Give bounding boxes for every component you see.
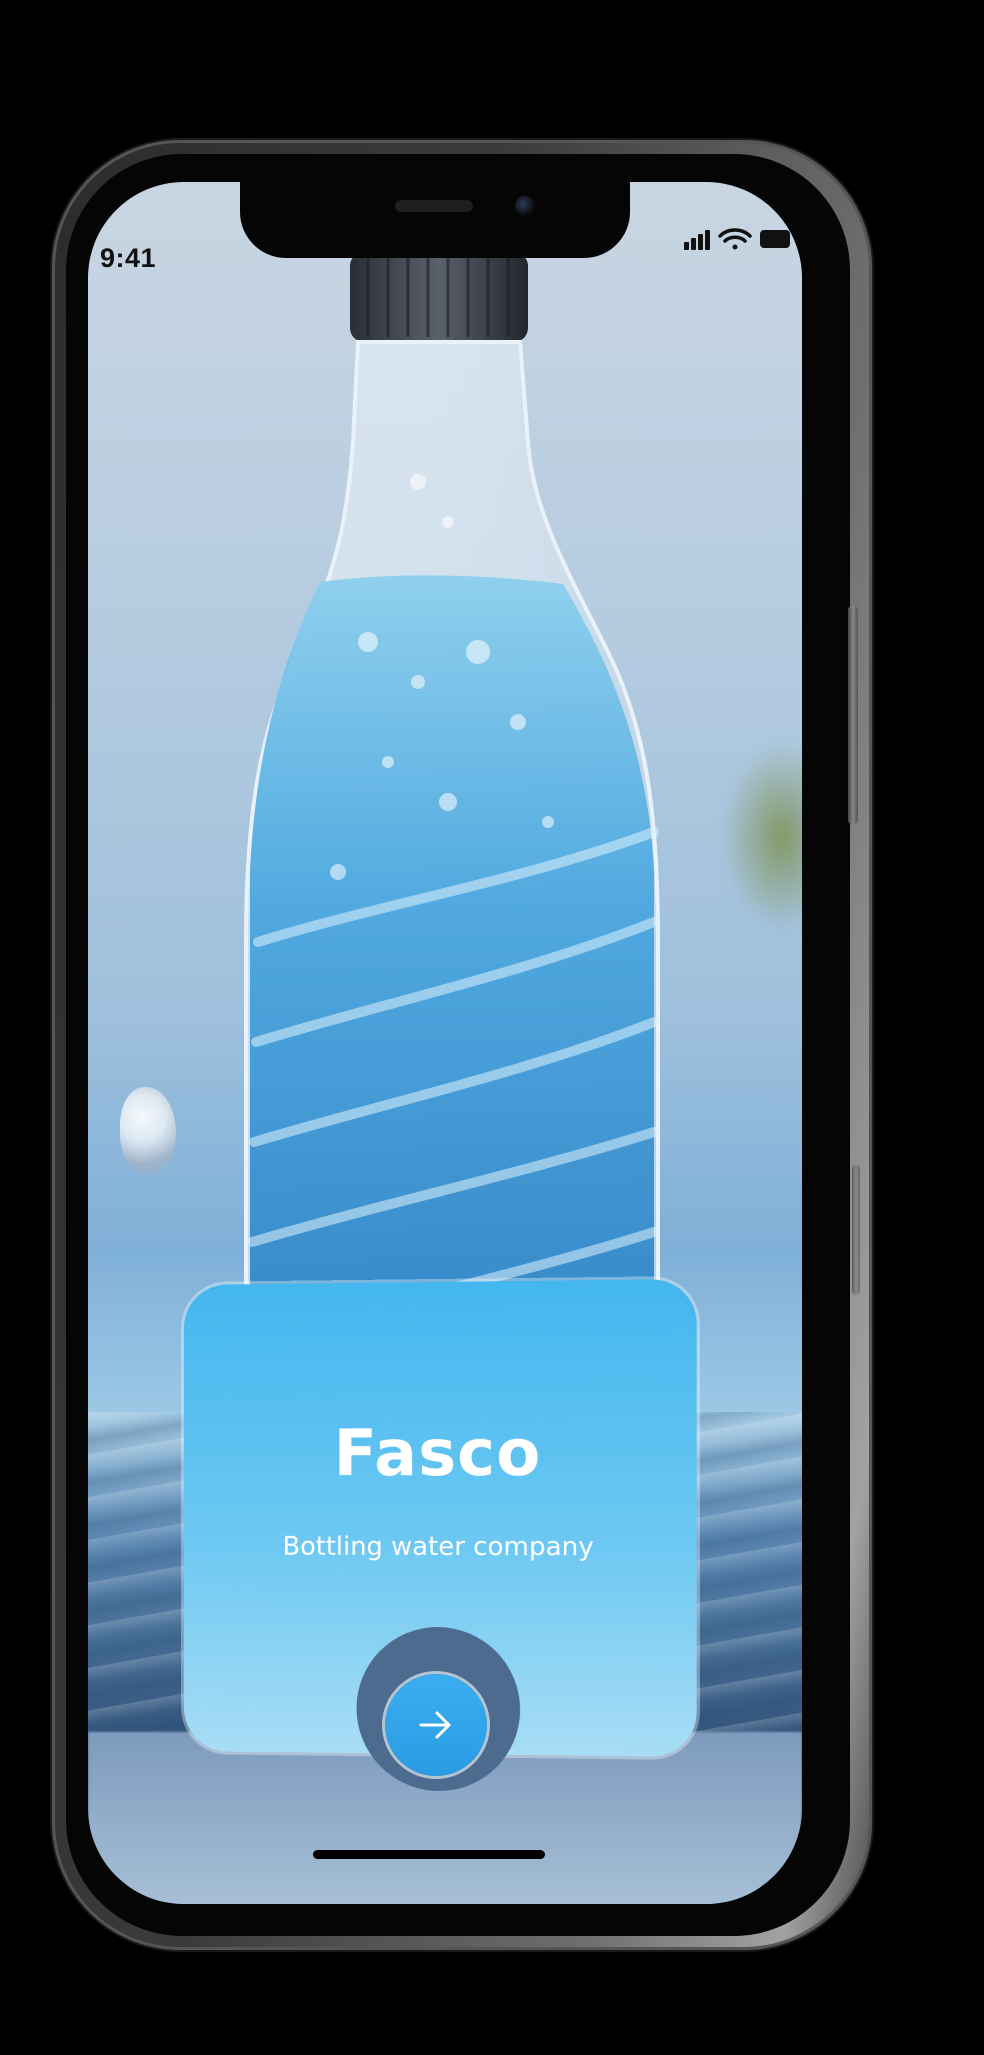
- volume-button: [852, 1165, 860, 1295]
- power-button: [848, 605, 858, 825]
- brand-title: Fasco: [333, 1416, 542, 1492]
- home-indicator[interactable]: [313, 1850, 545, 1859]
- status-icons: [684, 228, 790, 250]
- device-mockup: 9:41 Fasco Bottling water company: [0, 0, 984, 2055]
- next-button[interactable]: [385, 1674, 487, 1776]
- status-time: 9:41: [100, 243, 157, 273]
- arrow-right-icon: [419, 1711, 451, 1739]
- front-camera: [515, 196, 535, 216]
- wifi-icon: [718, 228, 752, 250]
- display-notch: [240, 176, 630, 258]
- cellular-signal-icon: [684, 230, 710, 250]
- battery-icon: [760, 230, 790, 248]
- earpiece-speaker: [395, 200, 473, 212]
- brand-subtitle: Bottling water company: [282, 1531, 594, 1563]
